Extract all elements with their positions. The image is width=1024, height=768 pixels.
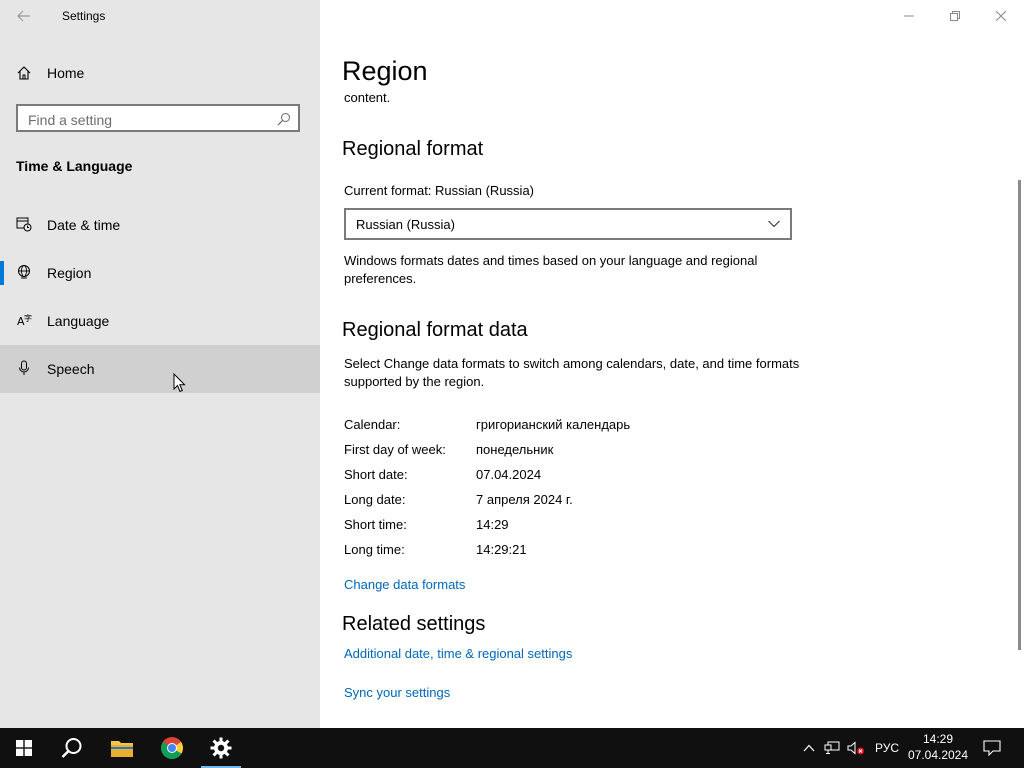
chrome-icon bbox=[161, 737, 183, 759]
row-value: понедельник bbox=[476, 442, 554, 457]
input-language-button[interactable]: РУС bbox=[870, 728, 904, 768]
window-controls bbox=[886, 0, 1024, 32]
network-button[interactable] bbox=[822, 728, 842, 768]
close-icon bbox=[996, 11, 1006, 21]
dropdown-value: Russian (Russia) bbox=[356, 217, 455, 232]
input-language-label: РУС bbox=[874, 741, 900, 755]
sidebar-item-label: Region bbox=[47, 265, 92, 281]
globe-region-icon bbox=[18, 265, 30, 279]
windows-logo-icon bbox=[16, 740, 32, 756]
section-title: Time & Language bbox=[16, 158, 133, 174]
chevron-down-icon bbox=[768, 220, 780, 228]
clipped-text: content. bbox=[344, 90, 391, 105]
notifications-icon bbox=[983, 740, 1001, 756]
close-button[interactable] bbox=[978, 0, 1024, 32]
sidebar-item-region[interactable]: Region bbox=[0, 249, 320, 297]
taskbar-settings[interactable] bbox=[197, 728, 245, 768]
sidebar-item-label: Date & time bbox=[47, 217, 121, 233]
related-settings-heading: Related settings bbox=[342, 613, 486, 635]
row-key: Long date: bbox=[344, 492, 406, 507]
microphone-icon bbox=[19, 360, 29, 375]
nav-home[interactable]: Home bbox=[0, 56, 320, 90]
row-key: Short time: bbox=[344, 517, 407, 532]
sidebar-item-label: Language bbox=[47, 313, 110, 329]
sync-settings-link[interactable]: Sync your settings bbox=[344, 685, 450, 700]
clock-date: 07.04.2024 bbox=[907, 748, 969, 762]
home-icon bbox=[17, 66, 31, 80]
scrollbar[interactable] bbox=[1018, 180, 1021, 650]
app-title: Settings bbox=[62, 9, 106, 23]
sidebar-item-label: Speech bbox=[47, 361, 95, 377]
restore-icon bbox=[950, 11, 960, 21]
volume-button[interactable] bbox=[846, 728, 866, 768]
row-value: 7 апреля 2024 г. bbox=[476, 492, 573, 507]
clock-time: 14:29 bbox=[922, 732, 954, 746]
sidebar: Settings Home Find a setting Time & Lang… bbox=[0, 0, 320, 728]
taskbar: РУС 14:29 07.04.2024 bbox=[0, 728, 1024, 768]
sidebar-item-language[interactable]: A字 Language bbox=[0, 297, 320, 345]
nav-home-label: Home bbox=[47, 65, 85, 81]
restore-button[interactable] bbox=[932, 0, 978, 32]
selection-indicator bbox=[0, 261, 4, 285]
network-icon bbox=[824, 741, 840, 754]
calendar-clock-icon bbox=[16, 217, 32, 232]
minimize-button[interactable] bbox=[886, 0, 932, 32]
search-input[interactable]: Find a setting bbox=[16, 104, 300, 132]
additional-date-time-link[interactable]: Additional date, time & regional setting… bbox=[344, 646, 572, 661]
taskbar-chrome[interactable] bbox=[148, 728, 196, 768]
main-content: Region content. Regional format Current … bbox=[320, 0, 1024, 728]
row-value: григорианский календарь bbox=[476, 417, 631, 432]
action-center-button[interactable] bbox=[978, 728, 1006, 768]
row-value: 14:29 bbox=[476, 517, 509, 532]
taskbar-file-explorer[interactable] bbox=[98, 728, 146, 768]
start-button[interactable] bbox=[0, 728, 48, 768]
taskbar-clock[interactable]: 14:29 07.04.2024 bbox=[906, 731, 970, 763]
row-key: Long time: bbox=[344, 542, 405, 557]
page-title: Region bbox=[342, 56, 428, 86]
search-icon bbox=[61, 738, 82, 758]
format-data-description: Select Change data formats to switch amo… bbox=[344, 356, 800, 389]
volume-muted-icon bbox=[847, 741, 864, 755]
settings-window: Settings Home Find a setting Time & Lang… bbox=[0, 0, 1024, 728]
taskbar-search-button[interactable] bbox=[48, 728, 96, 768]
language-icon: A字 bbox=[17, 313, 32, 328]
regional-format-dropdown[interactable]: Russian (Russia) bbox=[344, 208, 792, 240]
sidebar-item-speech[interactable]: Speech bbox=[0, 345, 320, 393]
search-icon bbox=[277, 113, 290, 126]
row-key: First day of week: bbox=[344, 442, 446, 457]
back-button[interactable] bbox=[10, 4, 38, 28]
regional-format-data-heading: Regional format data bbox=[342, 319, 528, 341]
gear-icon bbox=[210, 737, 232, 759]
folder-icon bbox=[111, 741, 133, 757]
current-format-label: Current format: Russian (Russia) bbox=[344, 183, 534, 198]
chevron-up-icon bbox=[803, 744, 815, 752]
row-key: Short date: bbox=[344, 467, 408, 482]
row-value: 07.04.2024 bbox=[476, 467, 542, 482]
svg-text:字: 字 bbox=[24, 313, 32, 323]
row-value: 14:29:21 bbox=[476, 542, 527, 557]
minimize-icon bbox=[904, 15, 914, 17]
regional-format-heading: Regional format bbox=[342, 138, 484, 160]
sidebar-item-date-time[interactable]: Date & time bbox=[0, 201, 320, 249]
show-hidden-icons-button[interactable] bbox=[800, 728, 818, 768]
format-description: Windows formats dates and times based on… bbox=[344, 253, 758, 286]
mouse-cursor-icon bbox=[173, 373, 186, 393]
search-placeholder: Find a setting bbox=[28, 112, 113, 128]
change-data-formats-link[interactable]: Change data formats bbox=[344, 577, 465, 592]
back-arrow-icon bbox=[17, 10, 30, 22]
row-key: Calendar: bbox=[344, 417, 401, 432]
